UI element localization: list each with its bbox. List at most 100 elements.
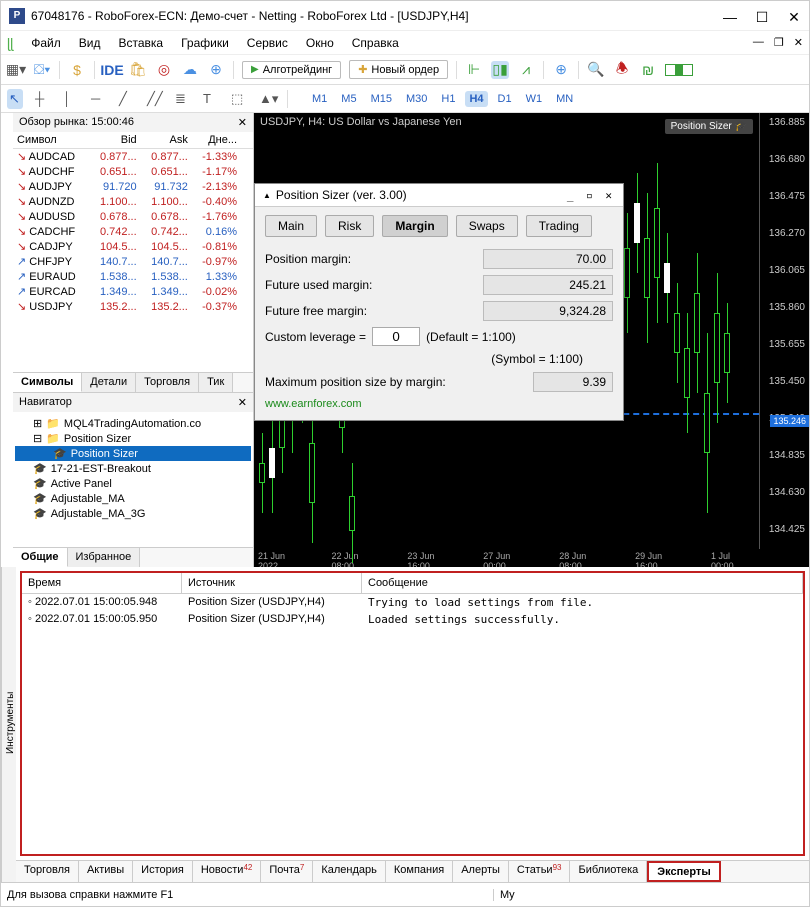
log-row[interactable]: ◦ 2022.07.01 15:00:05.948Position Sizer …	[22, 594, 803, 611]
nav-tab[interactable]: Общие	[13, 548, 68, 567]
menu-view[interactable]: Вид	[79, 36, 101, 50]
new-order-button[interactable]: ✚Новый ордер	[349, 60, 448, 79]
timeframe-M5[interactable]: M5	[337, 91, 360, 107]
symbol-row[interactable]: ↗ EURAUD 1.538... 1.538... 1.33%	[13, 269, 253, 284]
fibo-icon[interactable]: ≣	[175, 91, 191, 107]
bottom-tab[interactable]: Эксперты	[647, 861, 720, 882]
tree-item[interactable]: 🎓 Position Sizer	[15, 446, 251, 461]
bottom-tab[interactable]: Компания	[386, 861, 453, 882]
market-tab[interactable]: Детали	[82, 373, 136, 392]
tree-item[interactable]: 🎓 Adjustable_MA	[15, 491, 251, 506]
position-sizer-dialog[interactable]: ▲ Position Sizer (ver. 3.00) _ ▫ ✕ MainR…	[254, 183, 624, 421]
alert-icon[interactable]: 🕭	[613, 61, 631, 79]
market-tab[interactable]: Торговля	[136, 373, 199, 392]
cursor-icon[interactable]: ↖	[7, 89, 23, 109]
algotrading-button[interactable]: ▶Алготрейдинг	[242, 61, 341, 79]
tree-item[interactable]: 🎓 17-21-EST-Breakout	[15, 461, 251, 476]
menu-help[interactable]: Справка	[352, 36, 399, 50]
dialog-controls[interactable]: _ ▫ ✕	[567, 189, 615, 202]
bar-chart-icon[interactable]: ⊩	[465, 61, 483, 79]
arrow-up-icon[interactable]: ▲▾	[259, 91, 275, 107]
vline-icon[interactable]: │	[63, 91, 79, 106]
timeframe-M30[interactable]: M30	[402, 91, 431, 107]
symbol-row[interactable]: ↘ CADCHF 0.742... 0.742... 0.16%	[13, 224, 253, 239]
symbol-row[interactable]: ↘ AUDCHF 0.651... 0.651... -1.17%	[13, 164, 253, 179]
menu-charts[interactable]: Графики	[181, 36, 229, 50]
child-minimize-icon[interactable]: —	[753, 36, 764, 49]
log-row[interactable]: ◦ 2022.07.01 15:00:05.950Position Sizer …	[22, 611, 803, 628]
symbol-row[interactable]: ↘ USDJPY 135.2... 135.2... -0.37%	[13, 299, 253, 314]
tools-vtab[interactable]: Инструменты	[1, 567, 16, 882]
symbol-row[interactable]: ↘ AUDCAD 0.877... 0.877... -1.33%	[13, 149, 253, 165]
symbols-icon[interactable]: $	[68, 61, 86, 79]
label-icon[interactable]: ⬚	[231, 91, 247, 107]
bottom-tab[interactable]: Торговля	[16, 861, 79, 882]
close-button[interactable]: ✕	[787, 9, 801, 23]
symbol-row[interactable]: ↗ EURCAD 1.349... 1.349... -0.02%	[13, 284, 253, 299]
timeframe-MN[interactable]: MN	[552, 91, 577, 107]
symbol-row[interactable]: ↘ CADJPY 104.5... 104.5... -0.81%	[13, 239, 253, 254]
col-symbol[interactable]: Символ	[13, 132, 89, 149]
log-col-message[interactable]: Сообщение	[362, 573, 803, 593]
text-icon[interactable]: T	[203, 91, 219, 106]
tree-item[interactable]: ⊞ 📁 MQL4TradingAutomation.co	[15, 416, 251, 431]
log-col-source[interactable]: Источник	[182, 573, 362, 593]
bottom-tab[interactable]: Библиотека	[570, 861, 647, 882]
candle-chart-icon[interactable]: ▯▮	[491, 61, 509, 79]
chart-area[interactable]: USDJPY, H4: US Dollar vs Japanese Yen Po…	[254, 113, 809, 567]
trendline-icon[interactable]: ╱	[119, 91, 135, 107]
search-icon[interactable]: 🔍	[587, 61, 605, 79]
timeframe-H4[interactable]: H4	[465, 91, 487, 107]
market-tab[interactable]: Тик	[199, 373, 233, 392]
custom-leverage-input[interactable]	[372, 327, 420, 346]
minimize-button[interactable]: —	[723, 9, 737, 23]
bottom-tab[interactable]: Статьи93	[509, 861, 571, 882]
mql5-icon[interactable]: ⊕	[207, 61, 225, 79]
bottom-tab[interactable]: Почта7	[261, 861, 313, 882]
zoom-in-icon[interactable]: ⊕	[552, 61, 570, 79]
col-ask[interactable]: Ask	[141, 132, 192, 149]
bottom-tab[interactable]: Новости42	[193, 861, 262, 882]
timeframe-W1[interactable]: W1	[522, 91, 547, 107]
log-col-time[interactable]: Время	[22, 573, 182, 593]
timeframe-M1[interactable]: M1	[308, 91, 331, 107]
tree-item[interactable]: ⊟ 📁 Position Sizer	[15, 431, 251, 446]
market-icon[interactable]: 🛍	[129, 61, 147, 79]
line-chart-icon[interactable]: ⩘	[517, 61, 535, 79]
earnforex-link[interactable]: www.earnforex.com	[265, 398, 613, 410]
col-bid[interactable]: Bid	[89, 132, 140, 149]
navigator-close-icon[interactable]: ✕	[238, 396, 247, 409]
dialog-collapse-icon[interactable]: ▲	[263, 191, 271, 200]
tree-item[interactable]: 🎓 Adjustable_MA_3G	[15, 506, 251, 521]
col-day[interactable]: Дне...	[192, 132, 241, 149]
hline-icon[interactable]: ─	[91, 91, 107, 106]
menu-insert[interactable]: Вставка	[118, 36, 163, 50]
bottom-tab[interactable]: История	[133, 861, 193, 882]
profile-icon[interactable]: ⛋▾	[33, 61, 51, 79]
child-close-icon[interactable]: ✕	[794, 36, 803, 49]
ide-button[interactable]: IDE	[103, 61, 121, 79]
symbol-row[interactable]: ↘ AUDNZD 1.100... 1.100... -0.40%	[13, 194, 253, 209]
tree-item[interactable]: 🎓 Active Panel	[15, 476, 251, 491]
maximize-button[interactable]: ☐	[755, 9, 769, 23]
bottom-tab[interactable]: Алерты	[453, 861, 509, 882]
vps-icon[interactable]: ☁	[181, 61, 199, 79]
bottom-tab[interactable]: Активы	[79, 861, 133, 882]
battery-icon[interactable]	[665, 64, 693, 76]
menu-window[interactable]: Окно	[306, 36, 334, 50]
timeframe-M15[interactable]: M15	[367, 91, 396, 107]
new-chart-icon[interactable]: ▦▾	[7, 61, 25, 79]
dialog-tab-swaps[interactable]: Swaps	[456, 215, 518, 237]
child-restore-icon[interactable]: ❐	[774, 36, 784, 49]
signal-level-icon[interactable]: ₪	[639, 61, 657, 79]
crosshair-icon[interactable]: ┼	[35, 91, 51, 106]
menu-service[interactable]: Сервис	[247, 36, 288, 50]
symbol-row[interactable]: ↗ CHFJPY 140.7... 140.7... -0.97%	[13, 254, 253, 269]
symbol-row[interactable]: ↘ AUDUSD 0.678... 0.678... -1.76%	[13, 209, 253, 224]
market-tab[interactable]: Символы	[13, 373, 82, 392]
equidistant-icon[interactable]: ╱╱	[147, 91, 163, 107]
timeframe-H1[interactable]: H1	[437, 91, 459, 107]
dialog-tab-main[interactable]: Main	[265, 215, 317, 237]
bottom-tab[interactable]: Календарь	[313, 861, 386, 882]
timeframe-D1[interactable]: D1	[494, 91, 516, 107]
